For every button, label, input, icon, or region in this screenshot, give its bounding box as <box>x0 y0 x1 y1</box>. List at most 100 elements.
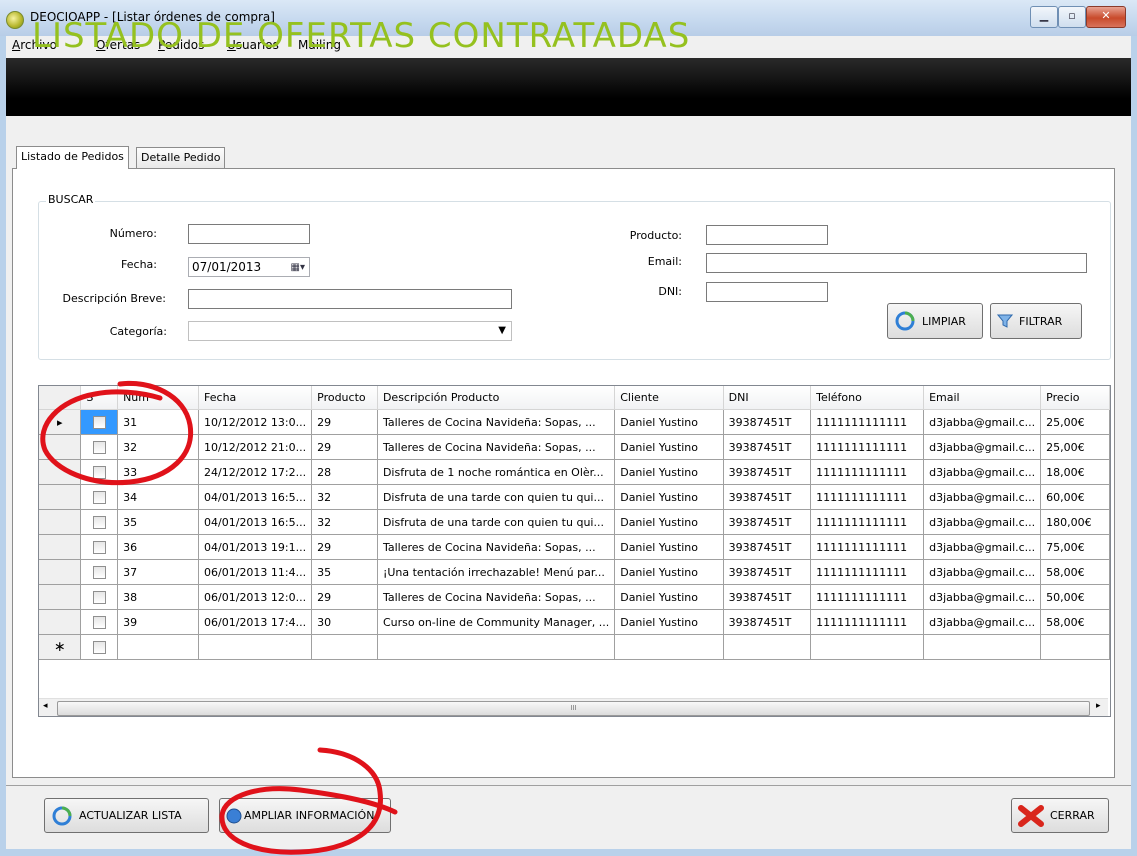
cell-producto[interactable]: 32 <box>311 484 378 510</box>
cell-dni[interactable]: 39387451T <box>723 534 812 560</box>
cell-producto[interactable]: 32 <box>311 509 378 535</box>
cell-numero[interactable]: 38 <box>117 584 200 610</box>
cell-fecha[interactable]: 24/12/2012 17:2... <box>198 459 313 485</box>
cell-numero[interactable]: 34 <box>117 484 200 510</box>
horizontal-scrollbar[interactable]: ◂ III ▸ <box>39 698 1108 716</box>
table-row[interactable]: 32 10/12/2012 21:0... 29 Talleres de Cocina… <box>39 434 1110 460</box>
cell-numero[interactable] <box>117 634 200 660</box>
cerrar-button[interactable]: CERRAR <box>1011 798 1109 833</box>
scroll-right-icon[interactable]: ▸ <box>1096 701 1101 711</box>
table-row[interactable]: ▸ 31 10/12/2012 13:0... 29 Talleres de Cocin… <box>39 409 1110 435</box>
cell-producto[interactable]: 28 <box>311 459 378 485</box>
cell-numero[interactable]: 32 <box>117 434 200 460</box>
cell-descripcion[interactable]: Talleres de Cocina Navideña: Sopas, ... <box>377 534 616 560</box>
row-header[interactable] <box>39 459 82 485</box>
cell-fecha[interactable]: 06/01/2013 11:4... <box>198 559 313 585</box>
row-header[interactable] <box>39 434 82 460</box>
calendar-dropdown-icon[interactable]: ▦▾ <box>291 259 305 277</box>
table-row[interactable]: 38 06/01/2013 12:0... 29 Talleres de Cocina… <box>39 584 1110 610</box>
numero-input[interactable] <box>188 224 310 244</box>
cell-cliente[interactable]: Daniel Yustino <box>614 484 724 510</box>
cell-precio[interactable]: 60,00€ <box>1040 484 1110 510</box>
cell-dni[interactable]: 39387451T <box>723 509 812 535</box>
row-checkbox[interactable] <box>92 640 106 654</box>
cell-dni[interactable]: 39387451T <box>723 434 812 460</box>
descripcion-input[interactable] <box>188 289 512 309</box>
cell-email[interactable]: d3jabba@gmail.c... <box>923 609 1042 635</box>
row-checkbox[interactable] <box>92 540 106 554</box>
cell-telefono[interactable]: 1111111111111 <box>810 509 925 535</box>
col-header-email[interactable]: Email <box>923 386 1042 410</box>
table-row[interactable]: 36 04/01/2013 19:1... 29 Talleres de Cocina… <box>39 534 1110 560</box>
col-header-select[interactable]: S <box>80 386 119 410</box>
col-header-producto[interactable]: Producto <box>311 386 378 410</box>
cell-dni[interactable]: 39387451T <box>723 559 812 585</box>
row-checkbox[interactable] <box>92 515 106 529</box>
table-row[interactable]: 37 06/01/2013 11:4... 35 ¡Una tentación irr… <box>39 559 1110 585</box>
minimize-button[interactable]: ▁ <box>1030 6 1058 28</box>
ampliar-informacion-button[interactable]: AMPLIAR INFORMACIÓN <box>219 798 391 833</box>
col-header-numero[interactable]: Núm <box>117 386 200 410</box>
cell-email[interactable]: d3jabba@gmail.c... <box>923 459 1042 485</box>
row-checkbox[interactable] <box>92 490 106 504</box>
cell-telefono[interactable]: 1111111111111 <box>810 609 925 635</box>
cell-fecha[interactable]: 06/01/2013 17:4... <box>198 609 313 635</box>
cell-email[interactable]: d3jabba@gmail.c... <box>923 484 1042 510</box>
cell-descripcion[interactable]: Curso on-line de Community Manager, ... <box>377 609 616 635</box>
select-cell[interactable] <box>80 559 119 585</box>
col-header-descripcion[interactable]: Descripción Producto <box>377 386 616 410</box>
cell-cliente[interactable] <box>614 634 724 660</box>
select-cell[interactable] <box>80 634 119 660</box>
cell-producto[interactable]: 30 <box>311 609 378 635</box>
col-header-dni[interactable]: DNI <box>723 386 812 410</box>
cell-telefono[interactable]: 1111111111111 <box>810 484 925 510</box>
cell-email[interactable]: d3jabba@gmail.c... <box>923 509 1042 535</box>
cell-email[interactable]: d3jabba@gmail.c... <box>923 434 1042 460</box>
cell-dni[interactable]: 39387451T <box>723 409 812 435</box>
col-header-precio[interactable]: Precio <box>1040 386 1110 410</box>
cell-dni[interactable]: 39387451T <box>723 609 812 635</box>
select-cell[interactable] <box>80 409 119 435</box>
cell-producto[interactable]: 29 <box>311 409 378 435</box>
cell-telefono[interactable]: 1111111111111 <box>810 434 925 460</box>
cell-numero[interactable]: 35 <box>117 509 200 535</box>
row-checkbox[interactable] <box>92 590 106 604</box>
cell-precio[interactable] <box>1040 634 1110 660</box>
cell-producto[interactable]: 29 <box>311 434 378 460</box>
cell-telefono[interactable]: 1111111111111 <box>810 559 925 585</box>
cell-precio[interactable]: 58,00€ <box>1040 559 1110 585</box>
cell-email[interactable]: d3jabba@gmail.c... <box>923 409 1042 435</box>
actualizar-lista-button[interactable]: ACTUALIZAR LISTA <box>44 798 209 833</box>
cell-cliente[interactable]: Daniel Yustino <box>614 584 724 610</box>
new-row[interactable]: ∗ <box>39 634 1110 660</box>
cell-telefono[interactable]: 1111111111111 <box>810 584 925 610</box>
cell-precio[interactable]: 180,00€ <box>1040 509 1110 535</box>
categoria-select[interactable]: ▼ <box>188 321 512 341</box>
table-row[interactable]: 39 06/01/2013 17:4... 30 Curso on-line de C… <box>39 609 1110 635</box>
scrollbar-thumb[interactable]: III <box>57 701 1090 716</box>
scroll-left-icon[interactable]: ◂ <box>43 701 48 711</box>
row-header[interactable] <box>39 559 82 585</box>
cell-precio[interactable]: 50,00€ <box>1040 584 1110 610</box>
select-cell[interactable] <box>80 484 119 510</box>
select-cell[interactable] <box>80 609 119 635</box>
cell-fecha[interactable]: 04/01/2013 16:5... <box>198 484 313 510</box>
cell-cliente[interactable]: Daniel Yustino <box>614 459 724 485</box>
cell-email[interactable] <box>923 634 1042 660</box>
select-cell[interactable] <box>80 509 119 535</box>
row-checkbox[interactable] <box>92 615 106 629</box>
table-row[interactable]: 33 24/12/2012 17:2... 28 Disfruta de 1 noc… <box>39 459 1110 485</box>
select-cell[interactable] <box>80 584 119 610</box>
cell-fecha[interactable]: 10/12/2012 13:0... <box>198 409 313 435</box>
cell-descripcion[interactable]: Talleres de Cocina Navideña: Sopas, ... <box>377 409 616 435</box>
cell-fecha[interactable]: 04/01/2013 19:1... <box>198 534 313 560</box>
cell-telefono[interactable]: 1111111111111 <box>810 409 925 435</box>
select-cell[interactable] <box>80 534 119 560</box>
cell-producto[interactable]: 29 <box>311 534 378 560</box>
cell-numero[interactable]: 36 <box>117 534 200 560</box>
producto-input[interactable] <box>706 225 828 245</box>
cell-email[interactable]: d3jabba@gmail.c... <box>923 534 1042 560</box>
cell-cliente[interactable]: Daniel Yustino <box>614 434 724 460</box>
cell-telefono[interactable]: 1111111111111 <box>810 459 925 485</box>
cell-numero[interactable]: 37 <box>117 559 200 585</box>
